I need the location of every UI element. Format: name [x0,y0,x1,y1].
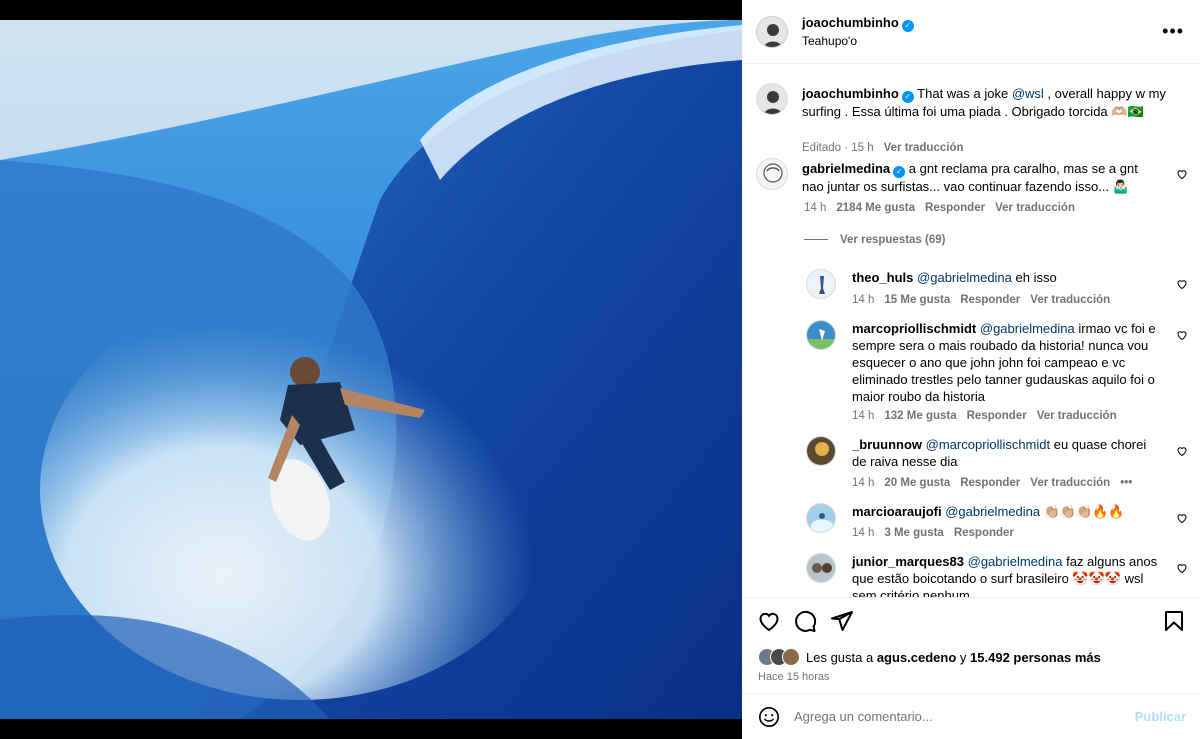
reply-button[interactable]: Responder [967,410,1027,422]
reply-time: 14 h [852,294,875,306]
reply-username[interactable]: marcopriollischmidt [852,321,976,336]
heart-icon[interactable] [1176,278,1188,290]
caption-text: joaochumbinho ✓ That was a joke @wsl , ov… [802,85,1182,120]
view-replies-label: Ver respuestas (69) [840,234,946,246]
caption-username[interactable]: joaochumbinho [802,86,899,101]
liker-username[interactable]: agus.cedeno [877,650,956,665]
comment-text: gabrielmedina ✓ a gnt reclama pra caralho… [802,160,1162,195]
comment-likes[interactable]: 2184 Me gusta [836,202,915,214]
reply-avatar[interactable] [806,503,836,533]
post-panel: joaochumbinho ✓ Teahupo'o ••• joaochumbin… [742,0,1200,739]
verified-icon: ✓ [893,166,906,178]
emoji-icon[interactable] [758,706,780,728]
reply-button[interactable]: Responder [925,202,985,214]
post-header: joaochumbinho ✓ Teahupo'o ••• [742,0,1200,64]
reply-username[interactable]: marcioaraujofi [852,504,942,519]
reply-likes[interactable]: 20 Me gusta [884,477,950,489]
caption-avatar[interactable] [756,83,788,115]
comment-username[interactable]: gabrielmedina [802,161,890,176]
reply-username[interactable]: junior_marques83 [852,554,964,569]
likes-count[interactable]: 15.492 personas más [970,650,1101,665]
reply-time: 14 h [852,410,875,422]
reply-meta: 14 h 15 Me gusta Responder Ver traducción [852,294,1110,306]
heart-icon[interactable] [1176,445,1188,457]
comment-input[interactable] [794,709,1094,724]
reply-meta: 14 h 3 Me gusta Responder [852,527,1014,539]
liker-avatars [758,648,802,668]
likes-text: Les gusta a agus.cedeno y 15.492 persona… [806,650,1101,665]
reply-avatar[interactable] [806,320,836,350]
reply-time: 14 h [852,527,875,539]
comments-list[interactable]: joaochumbinho ✓ That was a joke @wsl , ov… [742,65,1200,597]
reply-button[interactable]: Responder [954,527,1014,539]
heart-icon[interactable] [1176,329,1188,341]
post-timestamp: Hace 15 horas [758,671,830,683]
post-actions: Les gusta a agus.cedeno y 15.492 persona… [742,597,1200,693]
reply-text: marcioaraujofi @gabrielmedina 👏🏼👏🏼👏🏼🔥🔥 [852,503,1162,520]
reply-text: theo_huls @gabrielmedina eh isso [852,269,1162,286]
translate-button[interactable]: Ver traducción [1030,294,1110,306]
add-comment-bar: Publicar [742,693,1200,739]
caption-translate-button[interactable]: Ver traducción [884,142,964,154]
author-username[interactable]: joaochumbinho ✓ [802,15,914,32]
bookmark-icon[interactable] [1162,609,1186,633]
reply-button[interactable]: Responder [960,477,1020,489]
reply-mention[interactable]: @gabrielmedina [980,321,1075,336]
reply-button[interactable]: Responder [960,294,1020,306]
author-avatar[interactable] [756,16,788,48]
reply-avatar[interactable] [806,436,836,466]
reply-mention[interactable]: @gabrielmedina [917,270,1012,285]
replies-divider [804,239,828,241]
comment-icon[interactable] [793,609,817,633]
reply-time: 14 h [852,477,875,489]
reply-likes[interactable]: 3 Me gusta [884,527,943,539]
comment-meta: 14 h 2184 Me gusta Responder Ver traducción [804,202,1075,214]
surf-photo [0,20,742,719]
reply-likes[interactable]: 132 Me gusta [884,410,956,422]
reply-text: marcopriollischmidt @gabrielmedina irmao… [852,320,1162,405]
reply-body: 👏🏼👏🏼👏🏼🔥🔥 [1040,504,1125,519]
caption-edited: Editado · 15 h [802,142,874,154]
reply-username[interactable]: _bruunnow [852,437,922,452]
reply-avatar[interactable] [806,553,836,583]
translate-button[interactable]: Ver traducción [1037,410,1117,422]
verified-icon: ✓ [901,91,914,103]
reply-text: _bruunnow @marcopriollischmidt eu quase … [852,436,1162,470]
post-media[interactable] [0,0,742,739]
heart-icon[interactable] [1176,512,1188,524]
reply-text: junior_marques83 @gabrielmedina faz algu… [852,553,1162,597]
reply-username[interactable]: theo_huls [852,270,913,285]
translate-button[interactable]: Ver traducción [1030,477,1110,489]
post-location[interactable]: Teahupo'o [802,34,857,48]
caption-mention[interactable]: @wsl [1012,86,1044,101]
share-icon[interactable] [830,609,854,633]
reply-meta: 14 h 132 Me gusta Responder Ver traducción [852,410,1117,422]
reply-mention[interactable]: @gabrielmedina [968,554,1063,569]
comment-time: 14 h [804,202,827,214]
view-replies-button[interactable]: Ver respuestas (69) [804,234,945,246]
heart-icon[interactable] [1176,562,1188,574]
reply-avatar[interactable] [806,269,836,299]
reply-meta: 14 h 20 Me gusta Responder Ver traducción ••… [852,477,1132,489]
comment-avatar[interactable] [756,158,788,190]
verified-icon: ✓ [901,20,914,32]
caption-body-start: That was a joke [917,86,1012,101]
reply-mention[interactable]: @marcopriollischmidt [926,437,1050,452]
heart-icon[interactable] [757,609,781,633]
heart-icon[interactable] [1176,168,1188,180]
more-icon[interactable]: ••• [1162,22,1184,40]
reply-mention[interactable]: @gabrielmedina [945,504,1040,519]
reply-likes[interactable]: 15 Me gusta [884,294,950,306]
reply-body: eh isso [1011,270,1057,285]
more-icon[interactable]: ••• [1120,477,1132,489]
translate-button[interactable]: Ver traducción [995,202,1075,214]
publish-button[interactable]: Publicar [1135,709,1186,724]
caption-meta: Editado · 15 h Ver traducción [802,142,964,154]
